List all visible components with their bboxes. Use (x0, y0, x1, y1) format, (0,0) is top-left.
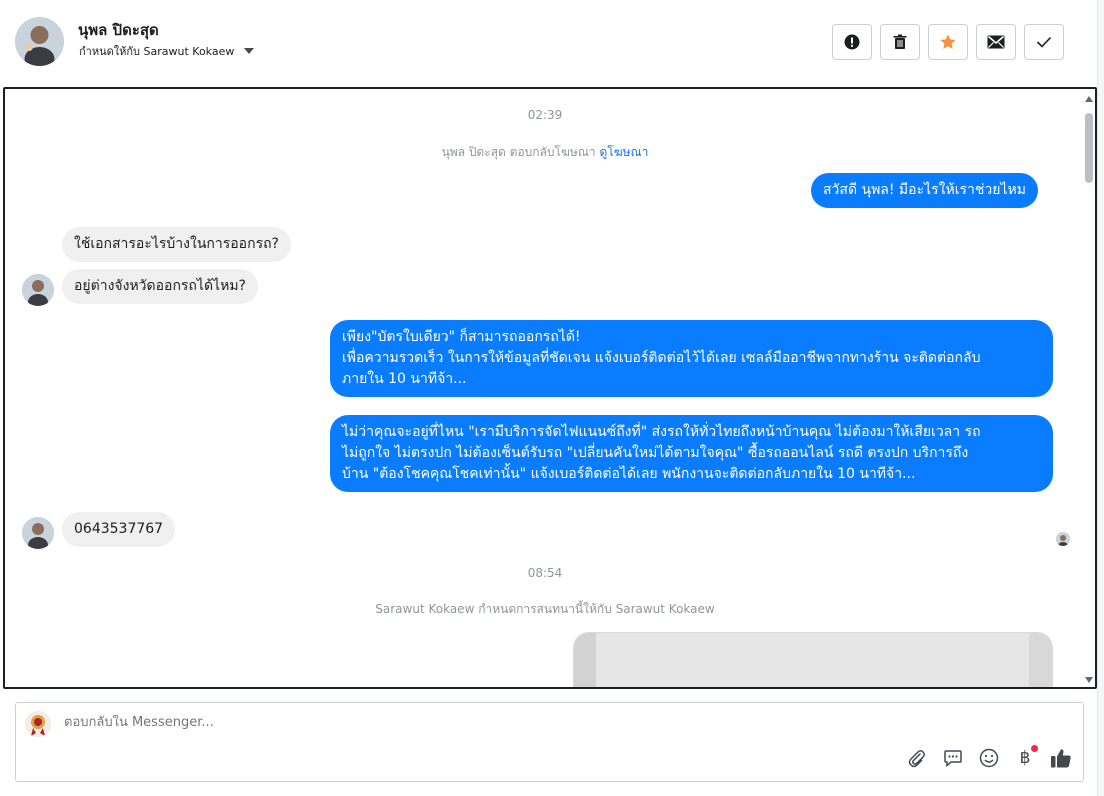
assign-dropdown[interactable]: กำหนดให้กับ Sarawut Kokaew (79, 42, 255, 60)
chat-scrollbar[interactable] (1084, 93, 1094, 685)
contact-photo (22, 517, 54, 549)
message-line: เพียง"บัตรใบเดียว" ก็สามารถออกรถได้! (342, 329, 581, 345)
message-text: ใช้เอกสารอะไรบ้างในการออกรถ? (74, 236, 279, 252)
scroll-thumb[interactable] (1085, 113, 1093, 183)
reply-composer: ฿ (15, 702, 1084, 782)
contact-avatar-small[interactable] (22, 517, 54, 549)
incoming-message[interactable]: 0643537767 (62, 512, 176, 547)
scroll-gutter (1097, 0, 1104, 796)
assigned-to-label: กำหนดให้กับ Sarawut Kokaew (79, 45, 235, 58)
message-line: บ้าน "ต้องโชคคุณโชคเท่านั้น" แจ้งเบอร์ติ… (342, 466, 916, 482)
mark-done-button[interactable] (1024, 24, 1064, 60)
contact-avatar-small[interactable] (22, 274, 54, 306)
timestamp: 08:54 (527, 566, 563, 580)
message-line: เพื่อความรวดเร็ว ในการให้ข้อมูลที่ชัดเจน… (342, 350, 981, 366)
message-text: อยู่ต่างจังหวัดออกรถได้ไหม? (74, 278, 246, 294)
contact-photo (15, 17, 64, 66)
timestamp: 02:39 (527, 108, 563, 122)
like-button[interactable] (1050, 747, 1072, 769)
star-button[interactable] (928, 24, 968, 60)
chevron-down-icon (244, 48, 255, 54)
view-ad-link[interactable]: ดูโฆษณา (599, 145, 648, 159)
incoming-message[interactable]: ใช้เอกสารอะไรบ้างในการออกรถ? (62, 227, 291, 262)
saved-replies-button[interactable] (942, 747, 964, 769)
conversation-header: นุพล ปิดะสุด กำหนดให้กับ Sarawut Kokaew (0, 0, 1097, 86)
outgoing-message[interactable]: เพียง"บัตรใบเดียว" ก็สามารถออกรถได้! เพื… (330, 320, 1053, 397)
trash-icon (893, 34, 907, 49)
thumbs-up-icon (1051, 749, 1071, 768)
messenger-conversation-page: นุพล ปิดะสุด กำหนดให้กับ Sarawut Kokaew (0, 0, 1104, 796)
system-message-text: นุพล ปิดะสุด ตอบกลับโฆษณา (441, 145, 596, 159)
message-text: 0643537767 (74, 521, 164, 537)
reply-input[interactable] (64, 715, 664, 730)
check-icon (1036, 36, 1052, 48)
message-text: สวัสดี นุพล! มีอะไรให้เราช่วยไหม (823, 182, 1026, 198)
emoji-button[interactable] (978, 747, 1000, 769)
message-line: ไม่ว่าคุณจะอยู่ที่ไหน "เรามีบริการจัดไฟแ… (342, 424, 981, 440)
composer-toolbar: ฿ (906, 745, 1072, 769)
image-preview (574, 633, 1052, 687)
notification-dot (1031, 745, 1038, 752)
payment-button[interactable]: ฿ (1014, 745, 1038, 769)
scroll-up-arrow-icon[interactable] (1085, 96, 1093, 102)
envelope-icon (987, 35, 1005, 49)
emoji-icon (979, 748, 999, 768)
saved-replies-icon (944, 750, 962, 768)
message-thread[interactable]: 02:39 นุพล ปิดะสุด ตอบกลับโฆษณา ดูโฆษณา … (3, 87, 1097, 689)
page-logo-icon (25, 711, 51, 737)
paperclip-icon (908, 750, 925, 768)
message-line: ไม่ถูกใจ ไม่ตรงปก ไม่ต้องเซ็นต์รับรถ "เป… (342, 445, 969, 461)
contact-name: นุพล ปิดะสุด (78, 21, 159, 39)
outgoing-message[interactable]: สวัสดี นุพล! มีอะไรให้เราช่วยไหม (811, 173, 1038, 208)
payment-icon: ฿ (1019, 748, 1031, 768)
mark-spam-button[interactable] (832, 24, 872, 60)
mark-unread-button[interactable] (976, 24, 1016, 60)
conversation-actions (832, 24, 1064, 60)
page-avatar (25, 711, 51, 737)
contact-avatar[interactable] (15, 17, 64, 66)
system-message: Sarawut Kokaew กำหนดการสนทนานี้ให้กับ Sa… (375, 602, 715, 616)
outgoing-image-message[interactable] (573, 632, 1053, 687)
delete-button[interactable] (880, 24, 920, 60)
outgoing-message[interactable]: ไม่ว่าคุณจะอยู่ที่ไหน "เรามีบริการจัดไฟแ… (330, 415, 1053, 492)
system-message: นุพล ปิดะสุด ตอบกลับโฆษณา ดูโฆษณา (5, 143, 1085, 162)
message-line: ภายใน 10 นาทีจ้า... (342, 371, 467, 387)
alert-icon (844, 34, 860, 50)
scroll-down-arrow-icon[interactable] (1085, 677, 1093, 683)
star-icon (940, 34, 956, 49)
contact-photo (22, 274, 54, 306)
read-receipt-avatar (1056, 532, 1070, 546)
attach-button[interactable] (906, 747, 928, 769)
incoming-message[interactable]: อยู่ต่างจังหวัดออกรถได้ไหม? (62, 269, 258, 304)
read-receipt-photo (1056, 533, 1070, 546)
